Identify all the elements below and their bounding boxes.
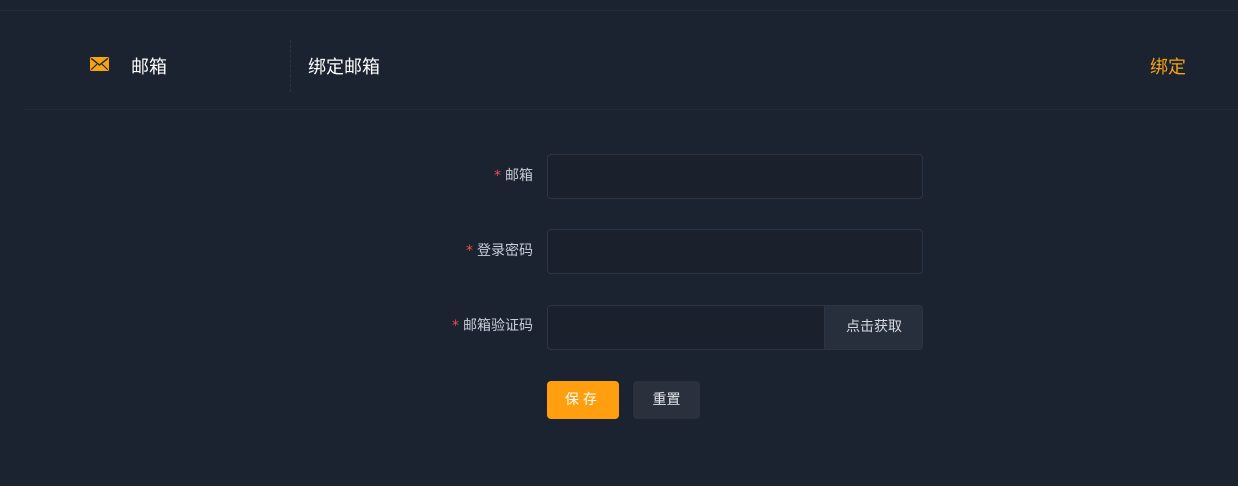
required-mark: *	[452, 318, 459, 334]
code-field-group: 点击获取	[547, 305, 923, 350]
password-label-text: 登录密码	[477, 243, 533, 259]
email-field-wrapper	[547, 154, 923, 199]
password-label: * 登录密码	[333, 240, 533, 260]
password-field-wrapper	[547, 229, 923, 274]
save-button[interactable]: 保存	[547, 381, 619, 419]
required-mark: *	[494, 168, 501, 184]
reset-button[interactable]: 重置	[633, 381, 700, 419]
bind-link[interactable]: 绑定	[1150, 53, 1186, 79]
binding-row-label: 邮箱	[131, 57, 167, 78]
get-code-button[interactable]: 点击获取	[824, 306, 922, 349]
mail-icon	[90, 56, 109, 71]
binding-row-description: 绑定邮箱	[308, 57, 380, 78]
row-divider	[290, 40, 291, 92]
page: 邮箱 绑定邮箱 绑定 * 邮箱 * 登录密码 * 邮箱验证码 点击获取 保存 重置	[0, 0, 1238, 486]
password-field[interactable]	[548, 230, 922, 273]
email-label-text: 邮箱	[505, 168, 533, 184]
required-mark: *	[466, 243, 473, 259]
code-label: * 邮箱验证码	[333, 315, 533, 335]
email-field[interactable]	[548, 155, 922, 198]
verification-code-field[interactable]	[548, 306, 824, 349]
email-label: * 邮箱	[333, 165, 533, 185]
email-binding-row: 邮箱 绑定邮箱 绑定	[24, 11, 1238, 110]
code-label-text: 邮箱验证码	[463, 318, 533, 334]
